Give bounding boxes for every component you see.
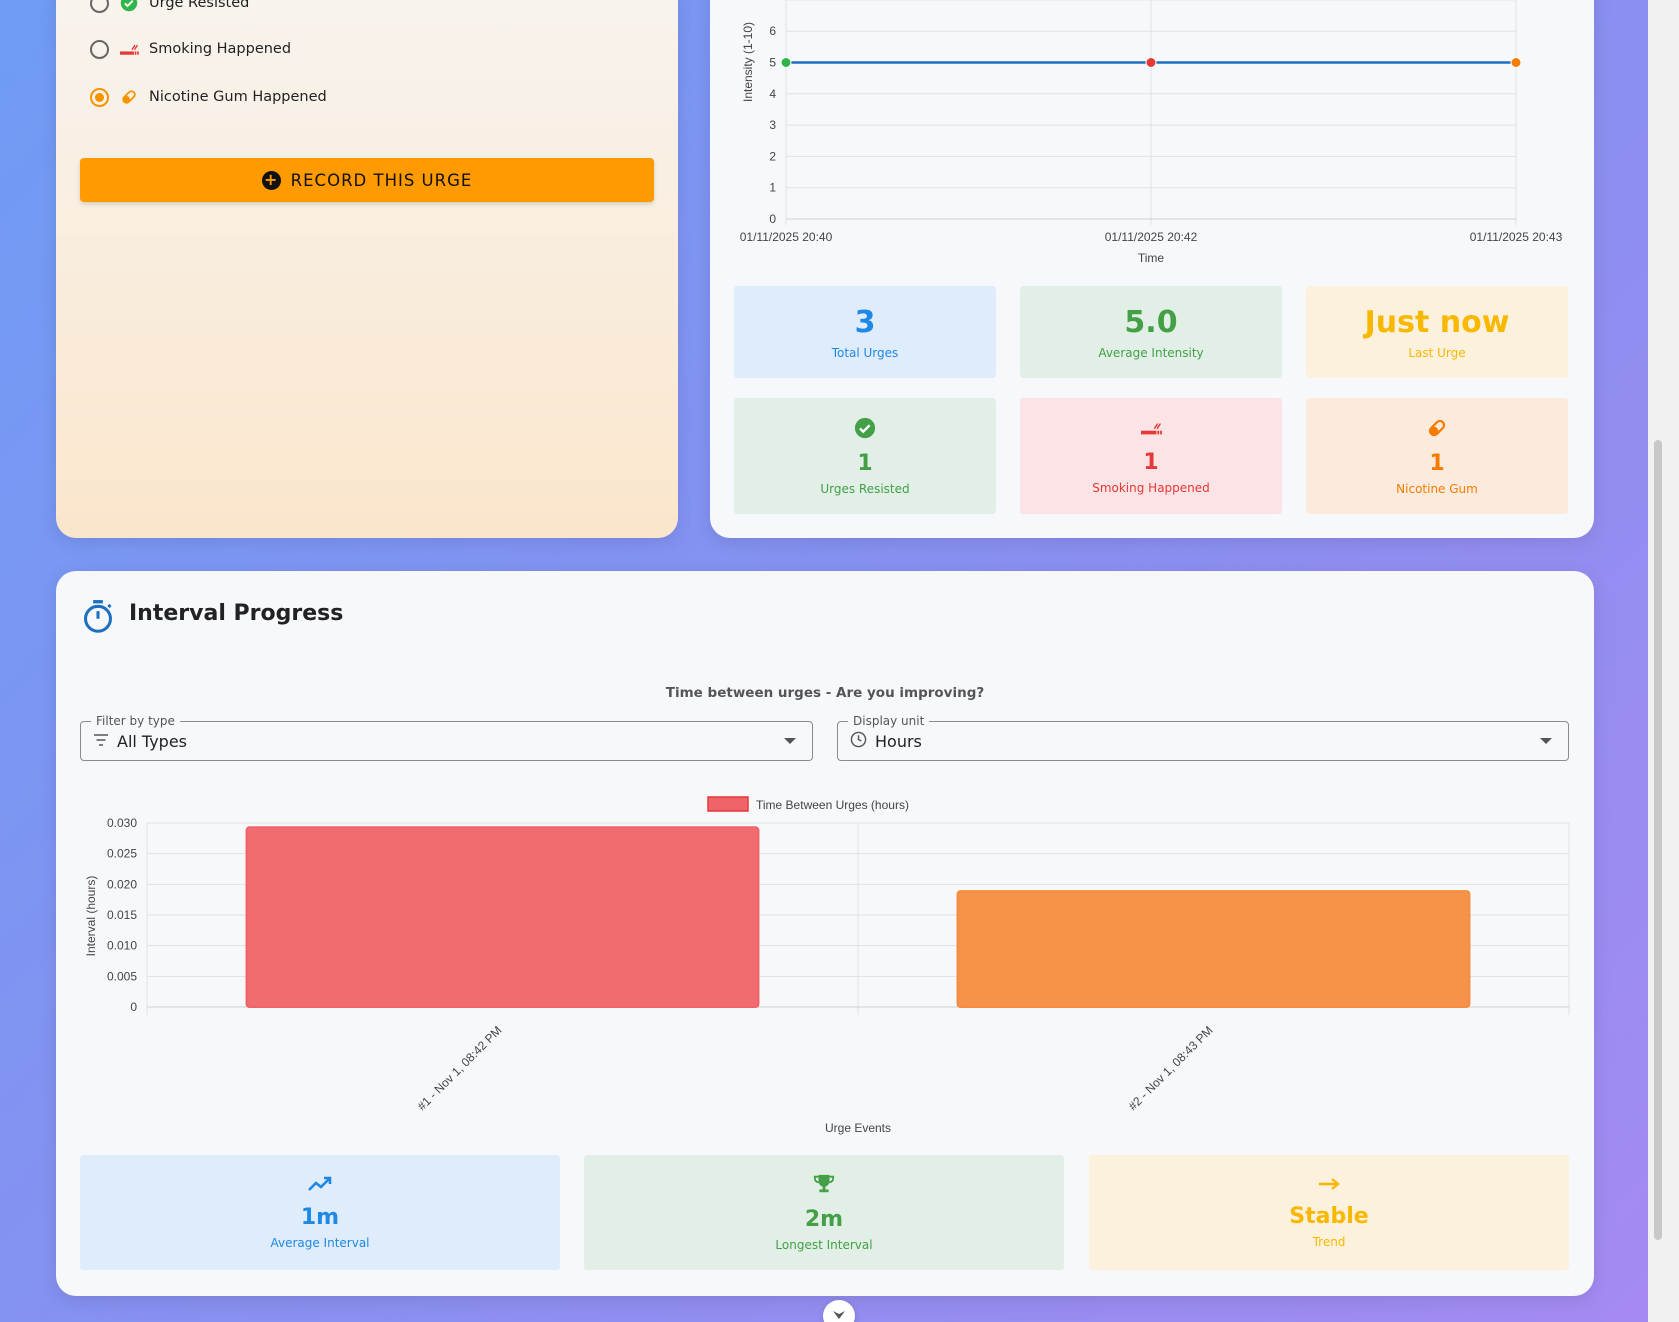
stat-value: 2m bbox=[804, 1207, 844, 1232]
chevron-down-icon bbox=[1540, 738, 1552, 744]
stat-label: Trend bbox=[1312, 1235, 1346, 1249]
last-urge-stat: Just now Last Urge bbox=[1306, 286, 1568, 378]
y-tick-label: 0 bbox=[769, 212, 776, 226]
intensity-line-chart: 0 1 2 3 4 5 6 01/11/2025 20:40 01/11/2025 20:42… bbox=[740, 0, 1563, 265]
trophy-icon bbox=[813, 1173, 835, 1199]
scroll-down-button[interactable] bbox=[823, 1300, 855, 1322]
y-tick-label: 1 bbox=[769, 181, 776, 195]
stat-label: Urges Resisted bbox=[820, 481, 910, 496]
smoking-icon bbox=[119, 39, 139, 59]
stat-value: 3 bbox=[854, 304, 876, 340]
y-tick-label: 5 bbox=[769, 56, 776, 70]
unit-legend: Display unit bbox=[848, 714, 930, 728]
y-tick-label: 0.020 bbox=[107, 877, 137, 891]
record-button-label: RECORD THIS URGE bbox=[290, 170, 473, 190]
y-tick-label: 3 bbox=[769, 118, 776, 132]
interval-subtitle: Time between urges - Are you improving? bbox=[665, 685, 985, 701]
y-tick-label: 6 bbox=[769, 24, 776, 38]
nicotine-gum-stat: 1 Nicotine Gum bbox=[1306, 398, 1568, 514]
radio-smoking-happened[interactable] bbox=[90, 39, 109, 59]
scrollbar-track[interactable] bbox=[1648, 0, 1679, 1322]
y-tick-label: 2 bbox=[769, 149, 776, 163]
clock-icon bbox=[850, 731, 867, 752]
legend-label: Time Between Urges (hours) bbox=[756, 798, 909, 812]
urges-resisted-stat: 1 Urges Resisted bbox=[734, 398, 996, 514]
trending-up-icon bbox=[307, 1175, 333, 1197]
option-urge-resisted[interactable]: Urge Resisted bbox=[90, 0, 249, 15]
y-tick-label: 0.005 bbox=[107, 969, 137, 983]
stat-value: 1 bbox=[1143, 449, 1159, 475]
x-tick-label: #2 - Nov 1, 08:43 PM bbox=[1126, 1023, 1216, 1113]
smoking-happened-stat: 1 Smoking Happened bbox=[1020, 398, 1282, 514]
filter-icon bbox=[93, 732, 109, 751]
y-axis-label: Intensity (1-10) bbox=[741, 22, 755, 102]
unit-value: Hours bbox=[875, 731, 922, 751]
option-label: Nicotine Gum Happened bbox=[149, 89, 327, 105]
stat-label: Last Urge bbox=[1408, 345, 1466, 360]
total-urges-stat: 3 Total Urges bbox=[734, 286, 996, 378]
interval-bar-chart: Time Between Urges (hours) 0 0.005 0.010 0.… bbox=[84, 796, 1570, 1135]
bar bbox=[245, 826, 760, 1008]
pill-icon bbox=[119, 87, 139, 107]
x-tick-label: 01/11/2025 20:42 bbox=[1105, 230, 1198, 244]
check-circle-icon bbox=[119, 0, 139, 13]
chevron-down-icon bbox=[784, 738, 796, 744]
plus-circle-icon: + bbox=[261, 170, 281, 190]
legend-swatch bbox=[707, 796, 749, 812]
stat-label: Longest Interval bbox=[775, 1238, 873, 1252]
stat-label: Average Intensity bbox=[1098, 345, 1204, 360]
y-tick-label: 0 bbox=[130, 1000, 137, 1014]
smoking-icon bbox=[1140, 418, 1162, 442]
y-tick-label: 0.030 bbox=[107, 816, 137, 830]
longest-interval-stat: 2m Longest Interval bbox=[584, 1155, 1064, 1270]
arrow-right-icon bbox=[1317, 1176, 1341, 1196]
x-axis-label: Urge Events bbox=[825, 1121, 891, 1135]
filter-type-select[interactable]: Filter by type All Types bbox=[80, 714, 813, 761]
stat-value: 1 bbox=[1429, 450, 1445, 476]
stat-label: Average Interval bbox=[270, 1236, 370, 1250]
filter-value: All Types bbox=[117, 731, 188, 751]
y-tick-label: 0.010 bbox=[107, 939, 137, 953]
stat-value: Stable bbox=[1289, 1204, 1369, 1229]
display-unit-select[interactable]: Display unit Hours bbox=[837, 714, 1569, 761]
stat-label: Nicotine Gum bbox=[1396, 481, 1478, 496]
data-point bbox=[1145, 57, 1157, 68]
radio-nicotine-gum[interactable] bbox=[90, 87, 109, 107]
data-point bbox=[780, 57, 792, 68]
x-tick-label: 01/11/2025 20:40 bbox=[740, 230, 833, 244]
stat-label: Smoking Happened bbox=[1092, 480, 1210, 495]
x-axis-label: Time bbox=[1138, 251, 1165, 265]
stat-value: Just now bbox=[1364, 304, 1510, 340]
x-tick-label: 01/11/2025 20:43 bbox=[1470, 230, 1563, 244]
radio-urge-resisted[interactable] bbox=[90, 0, 109, 13]
stat-value: 5.0 bbox=[1124, 304, 1178, 340]
section-title: Interval Progress bbox=[129, 601, 344, 626]
option-smoking-happened[interactable]: Smoking Happened bbox=[90, 37, 291, 61]
data-point bbox=[1510, 57, 1522, 68]
stat-value: 1m bbox=[300, 1205, 340, 1230]
option-label: Smoking Happened bbox=[149, 41, 292, 57]
average-interval-stat: 1m Average Interval bbox=[80, 1155, 560, 1270]
option-label: Urge Resisted bbox=[149, 0, 250, 11]
timer-icon bbox=[81, 598, 115, 638]
trend-stat: Stable Trend bbox=[1089, 1155, 1569, 1270]
y-tick-label: 0.015 bbox=[107, 908, 137, 922]
bar bbox=[956, 890, 1471, 1008]
record-urge-button[interactable]: + RECORD THIS URGE bbox=[80, 158, 654, 202]
option-nicotine-gum[interactable]: Nicotine Gum Happened bbox=[90, 85, 327, 109]
average-intensity-stat: 5.0 Average Intensity bbox=[1020, 286, 1282, 378]
record-urge-card bbox=[56, 0, 678, 538]
scrollbar-thumb[interactable] bbox=[1654, 440, 1662, 1240]
check-circle-icon bbox=[854, 417, 876, 443]
x-tick-label: #1 - Nov 1, 08:42 PM bbox=[415, 1023, 505, 1113]
y-tick-label: 0.025 bbox=[107, 847, 137, 861]
chevron-down-icon bbox=[832, 1306, 846, 1322]
y-tick-label: 4 bbox=[769, 87, 776, 101]
stat-label: Total Urges bbox=[831, 345, 899, 360]
stat-value: 1 bbox=[857, 450, 873, 476]
pill-icon bbox=[1426, 417, 1448, 443]
y-axis-label: Interval (hours) bbox=[84, 876, 98, 957]
filter-legend: Filter by type bbox=[91, 714, 180, 728]
